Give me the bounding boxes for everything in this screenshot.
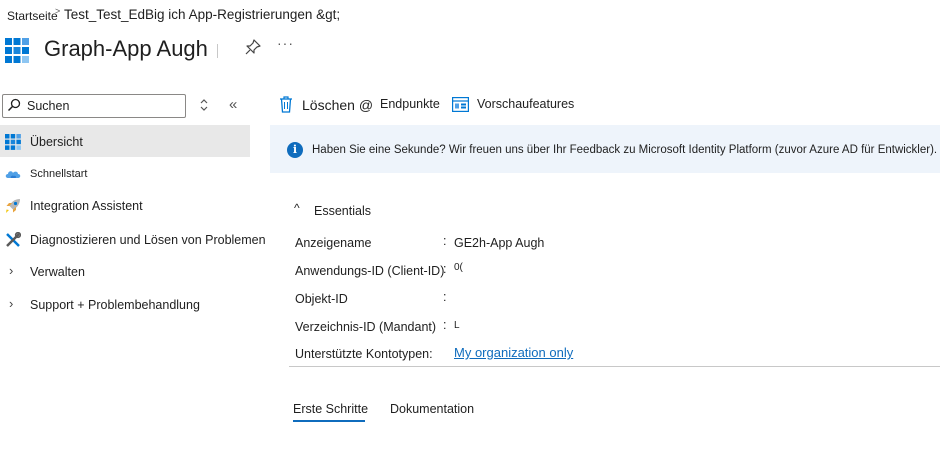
pin-icon[interactable] bbox=[244, 38, 262, 56]
overview-grid-icon bbox=[5, 134, 21, 150]
property-label: Anzeigename bbox=[295, 236, 372, 250]
search-input[interactable]: Suchen bbox=[2, 94, 186, 118]
preview-features-icon[interactable] bbox=[452, 97, 469, 112]
chevron-up-icon[interactable]: ^ bbox=[294, 201, 300, 215]
feedback-banner[interactable]: i Haben Sie eine Sekunde? Wir freuen uns… bbox=[270, 125, 940, 173]
wrench-icon bbox=[6, 232, 21, 247]
property-colon: : bbox=[443, 290, 447, 304]
collapse-sidebar-icon[interactable]: « bbox=[229, 96, 237, 113]
active-tab-indicator bbox=[293, 420, 365, 422]
rocket-icon bbox=[6, 199, 20, 213]
essentials-toggle[interactable]: Essentials bbox=[314, 204, 371, 218]
endpoints-button[interactable]: Endpunkte bbox=[380, 97, 440, 111]
trash-icon[interactable] bbox=[278, 96, 294, 113]
preview-features-button[interactable]: Vorschaufeatures bbox=[477, 97, 574, 111]
sidebar-item-support[interactable]: › Support + Problembehandlung bbox=[0, 290, 262, 320]
display-name-value: GE2h-App Augh bbox=[454, 236, 545, 250]
tenant-id-value: L bbox=[454, 320, 460, 331]
sidebar-item-label: Schnellstart bbox=[30, 168, 88, 180]
property-colon: : bbox=[443, 262, 447, 276]
more-options-icon[interactable]: ··· bbox=[277, 35, 294, 51]
delete-button[interactable]: Löschen @ bbox=[302, 97, 373, 113]
title-divider bbox=[217, 44, 218, 58]
sidebar-item-diagnose[interactable]: Diagnostizieren und Lösen von Problemen bbox=[0, 225, 266, 255]
tab-documentation[interactable]: Dokumentation bbox=[390, 402, 474, 416]
property-label: Anwendungs-ID (Client-ID) bbox=[295, 264, 445, 278]
property-colon: : bbox=[443, 234, 447, 248]
sidebar-item-label: Verwalten bbox=[30, 265, 85, 279]
sidebar-item-integration-assistant[interactable]: Integration Assistent bbox=[0, 191, 262, 221]
sidebar-item-overview[interactable]: Übersicht bbox=[0, 127, 262, 157]
banner-message: Haben Sie eine Sekunde? Wir freuen uns ü… bbox=[312, 144, 940, 156]
breadcrumb-path[interactable]: Test_Test_EdBig ich App-Registrierungen … bbox=[64, 7, 340, 22]
breadcrumb-home-link[interactable]: Startseite bbox=[7, 9, 58, 23]
quickstart-cloud-icon bbox=[5, 171, 21, 178]
chevron-right-icon: › bbox=[9, 263, 14, 278]
property-label: Objekt-ID bbox=[295, 292, 348, 306]
sort-icon[interactable] bbox=[198, 98, 210, 112]
app-registration-icon bbox=[5, 38, 29, 63]
essentials-divider bbox=[289, 366, 940, 367]
search-icon bbox=[7, 98, 21, 112]
property-label: Unterstützte Kontotypen: bbox=[295, 347, 433, 361]
sidebar-item-label: Integration Assistent bbox=[30, 199, 143, 213]
chevron-right-icon: › bbox=[9, 296, 14, 311]
account-types-link[interactable]: My organization only bbox=[454, 345, 573, 360]
property-label: Verzeichnis-ID (Mandant) bbox=[295, 320, 437, 334]
client-id-value: 0( bbox=[454, 262, 463, 273]
sidebar-item-label: Diagnostizieren und Lösen von Problemen bbox=[30, 233, 266, 247]
sidebar-item-label: Support + Problembehandlung bbox=[30, 298, 200, 312]
breadcrumb-separator: > bbox=[55, 6, 61, 16]
property-colon: : bbox=[443, 318, 447, 332]
sidebar-item-label: Übersicht bbox=[30, 135, 83, 149]
info-icon: i bbox=[287, 142, 303, 158]
sidebar-item-quickstart[interactable]: Schnellstart bbox=[0, 159, 262, 189]
sidebar-item-manage[interactable]: › Verwalten bbox=[0, 257, 262, 287]
search-placeholder: Suchen bbox=[27, 99, 70, 113]
tab-getting-started[interactable]: Erste Schritte bbox=[293, 402, 368, 416]
page-title: Graph-App Augh bbox=[44, 36, 208, 61]
